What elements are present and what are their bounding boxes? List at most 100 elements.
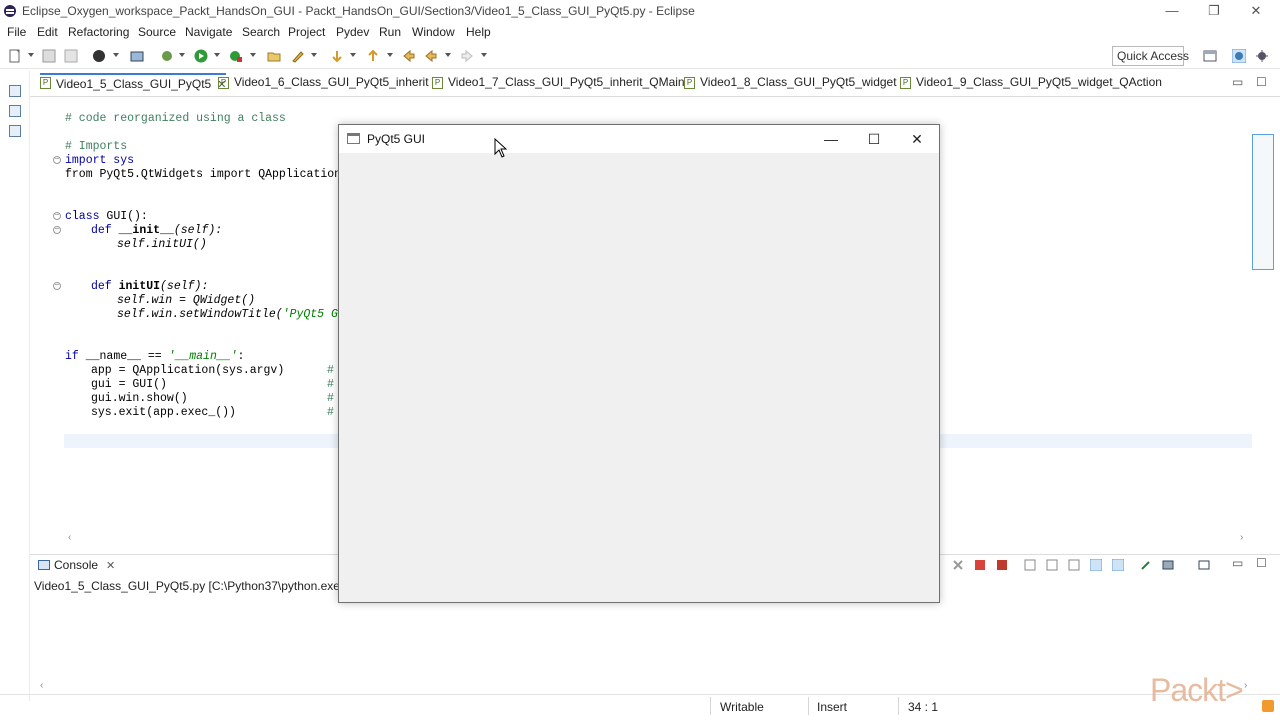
menu-search[interactable]: Search [242, 25, 280, 39]
maximize-editor-icon[interactable]: ☐ [1256, 75, 1267, 89]
minimize-console-icon[interactable]: ▭ [1232, 556, 1243, 570]
tab-video1-9[interactable]: P Video1_9_Class_GUI_PyQt5_widget_QAction [900, 75, 1162, 97]
menu-refactoring[interactable]: Refactoring [68, 25, 129, 39]
fold-toggle-icon[interactable]: − [53, 212, 61, 220]
mouse-cursor-icon [494, 138, 508, 158]
menu-window[interactable]: Window [412, 25, 455, 39]
scroll-left-icon[interactable]: ‹ [68, 532, 71, 543]
status-insert-mode: Insert [817, 700, 848, 714]
status-separator [710, 697, 711, 715]
fold-toggle-icon[interactable]: − [53, 282, 61, 290]
console-output[interactable] [34, 596, 1270, 678]
pyqt5-maximize-button[interactable]: ☐ [854, 129, 894, 149]
main-toolbar: Quick Access [0, 43, 1280, 69]
maximize-console-icon[interactable]: ☐ [1256, 556, 1267, 570]
save-all-icon[interactable] [64, 49, 78, 63]
fold-toggle-icon[interactable]: − [53, 156, 61, 164]
pyqt5-titlebar[interactable]: PyQt5 GUI — ☐ ✕ [339, 125, 939, 153]
new-file-icon[interactable] [8, 49, 22, 63]
open-folder-icon[interactable] [267, 49, 281, 63]
menu-pydev[interactable]: Pydev [336, 25, 369, 39]
terminate-icon[interactable] [974, 559, 986, 571]
new-dropdown-icon[interactable] [28, 53, 34, 57]
back-dropdown-icon[interactable] [445, 53, 451, 57]
tab-video1-7[interactable]: P Video1_7_Class_GUI_PyQt5_inherit_QMain [432, 75, 685, 97]
forward-icon[interactable] [460, 49, 474, 63]
show-on-output-icon[interactable] [1090, 559, 1102, 571]
debug-dropdown-icon[interactable] [113, 53, 119, 57]
pyqt5-window[interactable]: PyQt5 GUI — ☐ ✕ [338, 124, 940, 603]
python-file-icon: P [684, 77, 695, 89]
next-annotation-icon[interactable] [330, 49, 344, 63]
menu-project[interactable]: Project [288, 25, 325, 39]
run-dropdown-icon[interactable] [214, 53, 220, 57]
edit-pencil-icon[interactable] [291, 49, 305, 63]
outline-view-icon[interactable] [9, 125, 21, 137]
code-line: if __name__ == '__main__': [65, 350, 244, 364]
string-literal: '__main__' [168, 350, 238, 363]
code-line: self.win = QWidget() [117, 294, 256, 307]
keyword: def [91, 224, 112, 237]
menu-navigate[interactable]: Navigate [185, 25, 232, 39]
open-perspective-icon[interactable] [1203, 49, 1217, 63]
remove-launch-icon[interactable] [952, 559, 964, 571]
show-on-error-icon[interactable] [1112, 559, 1124, 571]
save-icon[interactable] [42, 49, 56, 63]
display-console-icon[interactable] [1162, 559, 1174, 571]
external-run-icon[interactable] [229, 49, 243, 63]
restore-button[interactable]: ❐ [1194, 2, 1234, 20]
python-file-icon: P [432, 77, 443, 89]
last-edit-icon[interactable] [402, 49, 416, 63]
close-button[interactable]: ✕ [1236, 2, 1276, 20]
edit-dropdown-icon[interactable] [311, 53, 317, 57]
coverage-icon[interactable] [160, 49, 174, 63]
scroll-lock-icon[interactable] [1046, 559, 1058, 571]
minimize-button[interactable]: — [1152, 2, 1192, 20]
package-explorer-icon[interactable] [9, 105, 21, 117]
fold-toggle-icon[interactable]: − [53, 226, 61, 234]
scroll-right-icon[interactable]: › [1244, 680, 1247, 691]
tab-video1-5[interactable]: P Video1_5_Class_GUI_PyQt5 ✕ [40, 73, 227, 95]
coverage-dropdown-icon[interactable] [179, 53, 185, 57]
forward-dropdown-icon[interactable] [481, 53, 487, 57]
run-icon[interactable] [194, 49, 208, 63]
scrollbar-thumb[interactable] [1252, 134, 1274, 270]
editor-vertical-scrollbar[interactable] [1252, 100, 1274, 530]
pyqt5-minimize-button[interactable]: — [811, 129, 851, 149]
menu-source[interactable]: Source [138, 25, 176, 39]
next-annotation-dropdown-icon[interactable] [350, 53, 356, 57]
minimize-editor-icon[interactable]: ▭ [1232, 75, 1243, 89]
prev-annotation-icon[interactable] [366, 49, 380, 63]
code-line: gui.win.show() [91, 392, 188, 405]
scroll-right-icon[interactable]: › [1240, 532, 1243, 543]
open-console-icon[interactable] [1198, 559, 1210, 571]
menu-file[interactable]: File [7, 25, 26, 39]
menu-edit[interactable]: Edit [37, 25, 58, 39]
prev-annotation-dropdown-icon[interactable] [387, 53, 393, 57]
menu-help[interactable]: Help [466, 25, 491, 39]
quick-access-field[interactable]: Quick Access [1112, 46, 1189, 66]
back-icon[interactable] [424, 49, 438, 63]
restore-view-icon[interactable] [9, 85, 21, 97]
external-tools-icon[interactable] [130, 49, 144, 63]
code-line: # code reorganized using a class [65, 112, 286, 125]
tab-console[interactable]: Console ✕ [38, 558, 115, 572]
tab-video1-8[interactable]: P Video1_8_Class_GUI_PyQt5_widget [684, 75, 897, 97]
pin-console-icon[interactable] [1140, 559, 1152, 571]
terminate-all-icon[interactable] [996, 559, 1008, 571]
packt-logo-watermark: Packt> [1150, 672, 1244, 708]
code-text: GUI(): [99, 210, 148, 223]
menu-run[interactable]: Run [379, 25, 401, 39]
console-close-icon[interactable]: ✕ [106, 560, 115, 572]
tab-video1-6[interactable]: P Video1_6_Class_GUI_PyQt5_inherit [218, 75, 429, 97]
code-text: (self): [160, 280, 209, 293]
console-horizontal-scrollbar[interactable]: ‹ › [40, 680, 1250, 691]
clear-console-icon[interactable] [1024, 559, 1036, 571]
external-run-dropdown-icon[interactable] [250, 53, 256, 57]
pydev-perspective-icon[interactable] [1232, 49, 1246, 63]
scroll-left-icon[interactable]: ‹ [40, 680, 43, 691]
debug-icon[interactable] [92, 49, 106, 63]
word-wrap-icon[interactable] [1068, 559, 1080, 571]
pyqt5-close-button[interactable]: ✕ [897, 129, 937, 149]
debug-perspective-icon[interactable] [1255, 49, 1269, 63]
